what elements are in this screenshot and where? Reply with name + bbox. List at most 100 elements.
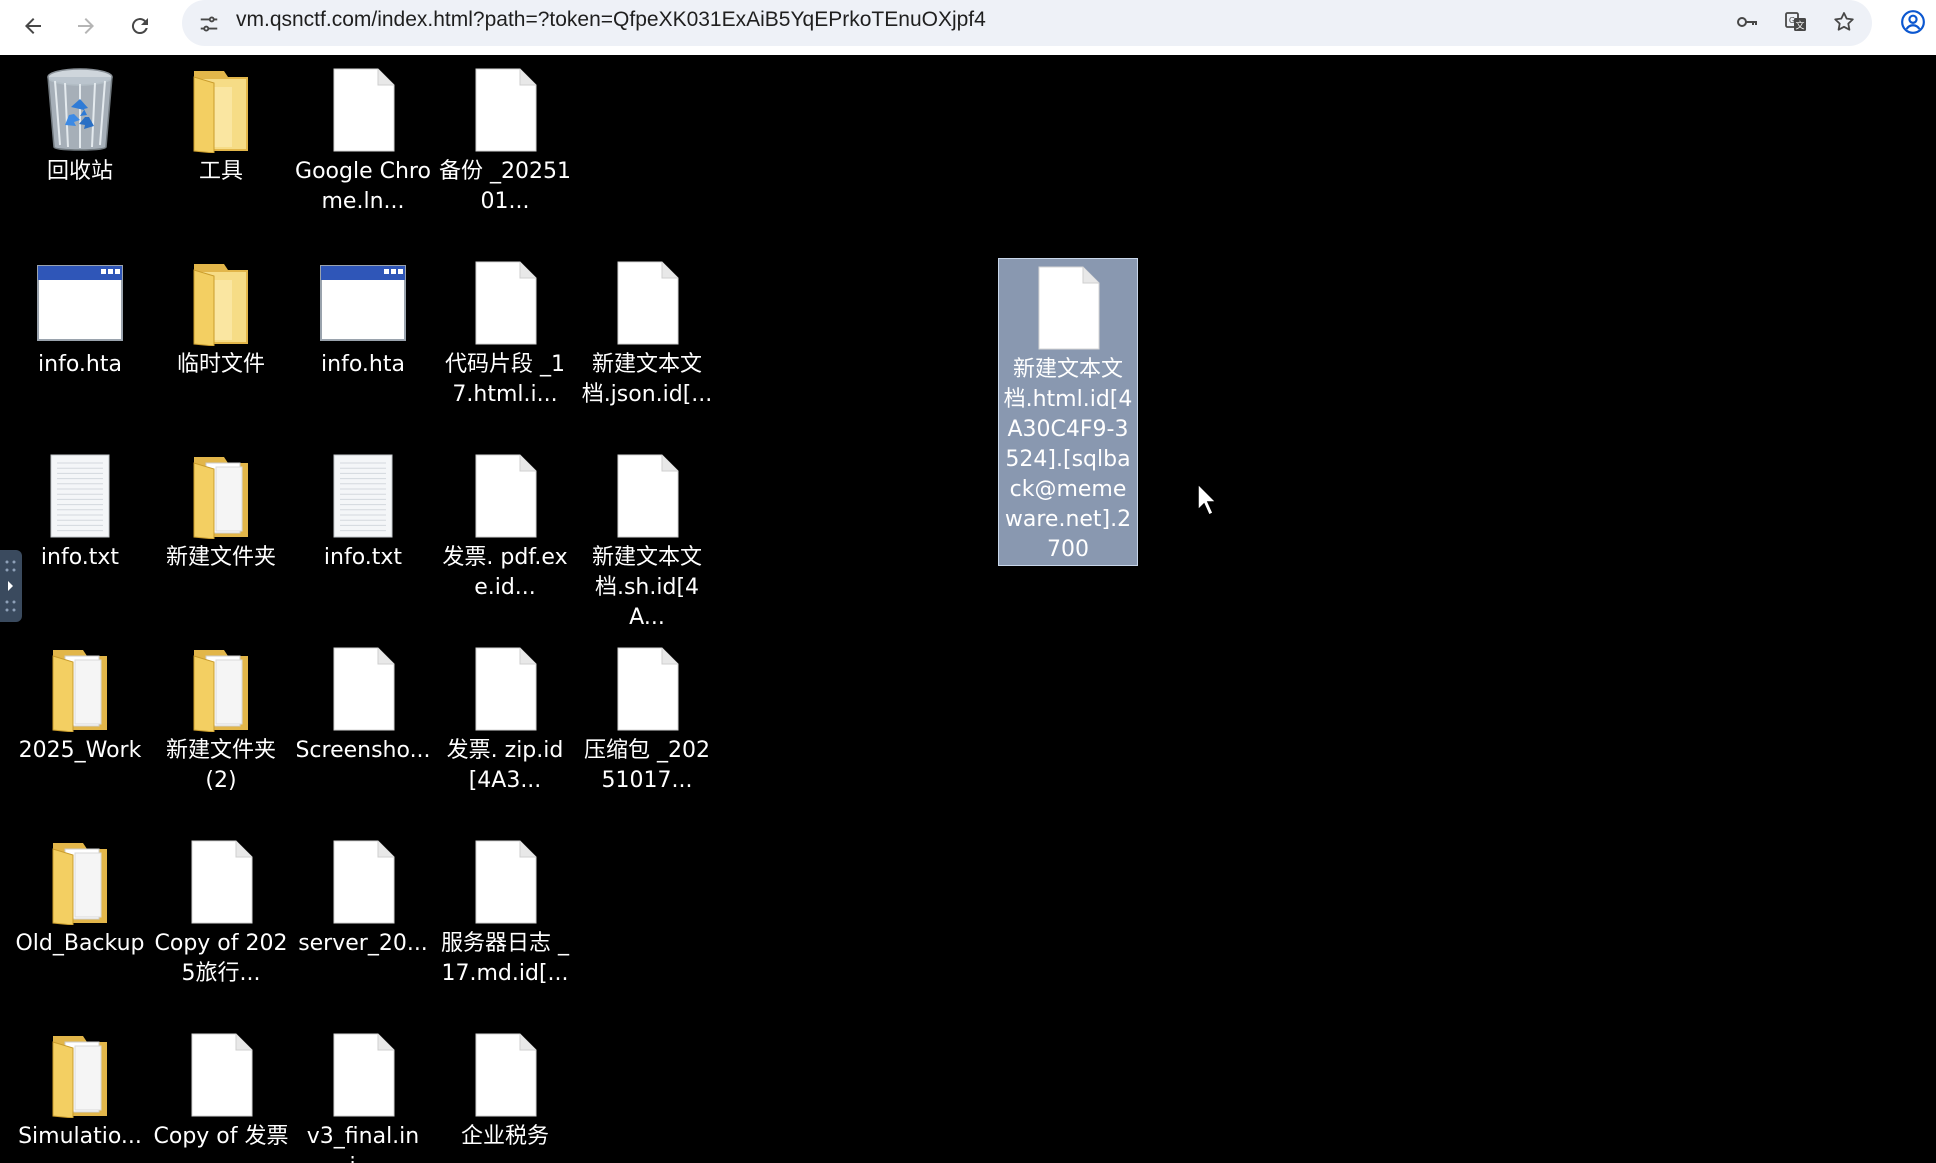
file-icon (460, 646, 550, 732)
desktop-icon-label: info.txt (40, 545, 120, 570)
key-icon (1737, 17, 1757, 27)
file-icon (1023, 265, 1113, 351)
desktop-icon-label: 2025_Work (18, 738, 142, 763)
desktop-icon[interactable]: 企业税务 (435, 1032, 575, 1152)
desktop-icon-label: Copy of 2025旅行... (154, 931, 288, 986)
desktop-icon[interactable]: 工具 (151, 67, 291, 187)
desktop-icon[interactable]: 新建文件夹 (151, 453, 291, 573)
selected-desktop-icon-label: 新建文本文档.html.id[4A30C4F9-3524].[sqlback@m… (1003, 357, 1133, 562)
text-icon (318, 453, 408, 539)
file-icon (602, 646, 692, 732)
desktop-icon[interactable]: Copy of 发票 (151, 1032, 291, 1152)
reload-icon (131, 18, 148, 35)
window-icon (35, 260, 125, 346)
svg-text:文: 文 (1795, 20, 1804, 32)
desktop-icon[interactable]: info.txt (293, 453, 433, 573)
desktop-icon-label: Copy of 发票 (153, 1124, 289, 1149)
desktop-icon[interactable]: info.hta (10, 260, 150, 380)
desktop-icon[interactable]: 新建文本文 档.sh.id[4A... (577, 453, 717, 633)
desktop-icon[interactable]: 新建文本文 档.json.id[... (577, 260, 717, 410)
selected-desktop-icon[interactable]: 新建文本文档.html.id[4A30C4F9-3524].[sqlback@m… (998, 258, 1138, 566)
folder-doc-icon (176, 646, 266, 733)
recycle-bin-icon (35, 67, 125, 153)
account-icon (1901, 10, 1925, 34)
file-icon (460, 67, 550, 153)
desktop-icon[interactable]: 回收站 (10, 67, 150, 187)
arrow-left-icon (25, 18, 41, 34)
desktop-icon[interactable]: info.hta (293, 260, 433, 380)
desktop-icon-label: server_20... (298, 931, 428, 956)
browser-toolbar: vm.qsnctf.com/index.html?path=?token=Qfp… (0, 0, 1936, 55)
translate-icon: 文 G (1785, 12, 1806, 32)
desktop-icon[interactable]: 临时文件 (151, 260, 291, 380)
desktop-icon-label: info.txt (323, 545, 403, 570)
folder-doc-icon (35, 646, 125, 733)
file-icon (176, 839, 266, 925)
desktop-icon[interactable]: Copy of 2025旅行... (151, 839, 291, 989)
desktop-icon[interactable]: 压缩包 _20251017... (577, 646, 717, 796)
back-button[interactable] (13, 6, 53, 46)
star-icon (1834, 12, 1854, 31)
desktop-icon[interactable]: server_20... (293, 839, 433, 959)
bookmark-button[interactable] (1827, 5, 1861, 39)
desktop-icon[interactable]: Old_Backup (10, 839, 150, 959)
desktop: 回收站 工具 Google Chrome.ln... 备份 _2025101..… (0, 55, 1936, 1163)
desktop-icon-label: v3_final.ini... (306, 1124, 420, 1163)
forward-button[interactable] (66, 6, 106, 46)
file-icon (318, 646, 408, 732)
desktop-icon[interactable]: 服务器日志 _17.md.id[... (435, 839, 575, 989)
window-icon (318, 260, 408, 346)
desktop-icon-label: 新建文本文 档.json.id[... (581, 352, 713, 407)
desktop-icon-label: 发票. pdf.exe.id... (442, 545, 568, 600)
desktop-icon[interactable]: Screensho... (293, 646, 433, 766)
desktop-icon-label: 服务器日志 _17.md.id[... (441, 931, 569, 986)
desktop-icon-label: Old_Backup (15, 931, 145, 956)
folder-icon (176, 67, 266, 154)
desktop-icon[interactable]: 备份 _2025101... (435, 67, 575, 217)
desktop-icon[interactable]: 发票. pdf.exe.id... (435, 453, 575, 603)
desktop-icon[interactable]: 代码片段 _17.html.i... (435, 260, 575, 410)
desktop-icon[interactable]: 2025_Work (10, 646, 150, 766)
tune-icon (200, 16, 218, 32)
site-info-button[interactable] (194, 9, 224, 39)
desktop-icon-label: 企业税务 (460, 1124, 549, 1149)
desktop-icon[interactable]: v3_final.ini... (293, 1032, 433, 1163)
desktop-icon-label: info.hta (38, 352, 122, 377)
file-icon (460, 260, 550, 346)
desktop-icon[interactable]: Simulatio... (10, 1032, 150, 1152)
file-icon (460, 839, 550, 925)
desktop-icon-label: 临时文件 (176, 352, 265, 377)
file-icon (460, 453, 550, 539)
folder-doc-icon (35, 839, 125, 926)
desktop-icon-label: 新建文件夹 (2) (165, 738, 276, 793)
desktop-icon-label: Google Chrome.ln... (295, 159, 431, 214)
desktop-icon-label: Simulatio... (18, 1124, 142, 1149)
file-icon (318, 67, 408, 153)
file-icon (318, 839, 408, 925)
desktop-icon-label: 代码片段 _17.html.i... (445, 352, 565, 407)
file-icon (176, 1032, 266, 1118)
file-icon (318, 1032, 408, 1118)
desktop-icon[interactable]: 发票. zip.id[4A3... (435, 646, 575, 796)
svg-text:G: G (1789, 16, 1795, 25)
desktop-icon-label: 新建文本文 档.sh.id[4A... (591, 545, 702, 630)
url-text[interactable]: vm.qsnctf.com/index.html?path=?token=Qfp… (236, 0, 986, 40)
desktop-icon[interactable]: Google Chrome.ln... (293, 67, 433, 217)
desktop-icon[interactable]: 新建文件夹 (2) (151, 646, 291, 796)
password-button[interactable] (1730, 5, 1764, 39)
reload-button[interactable] (120, 6, 160, 46)
file-icon (460, 1032, 550, 1118)
address-bar[interactable]: vm.qsnctf.com/index.html?path=?token=Qfp… (182, 0, 1872, 46)
translate-button[interactable]: 文 G (1779, 5, 1813, 39)
desktop-icon-label: 工具 (198, 159, 243, 184)
text-icon (35, 453, 125, 539)
desktop-icon-label: 压缩包 _20251017... (584, 738, 710, 793)
profile-button[interactable] (1896, 5, 1930, 39)
desktop-icon-label: 备份 _2025101... (439, 159, 571, 214)
desktop-icon-label: Screensho... (295, 738, 431, 763)
mouse-cursor-icon (1196, 482, 1220, 518)
arrow-right-icon (78, 18, 94, 34)
desktop-icon-label: 发票. zip.id[4A3... (446, 738, 564, 793)
desktop-icon-label: info.hta (321, 352, 405, 377)
desktop-icon[interactable]: info.txt (10, 453, 150, 573)
